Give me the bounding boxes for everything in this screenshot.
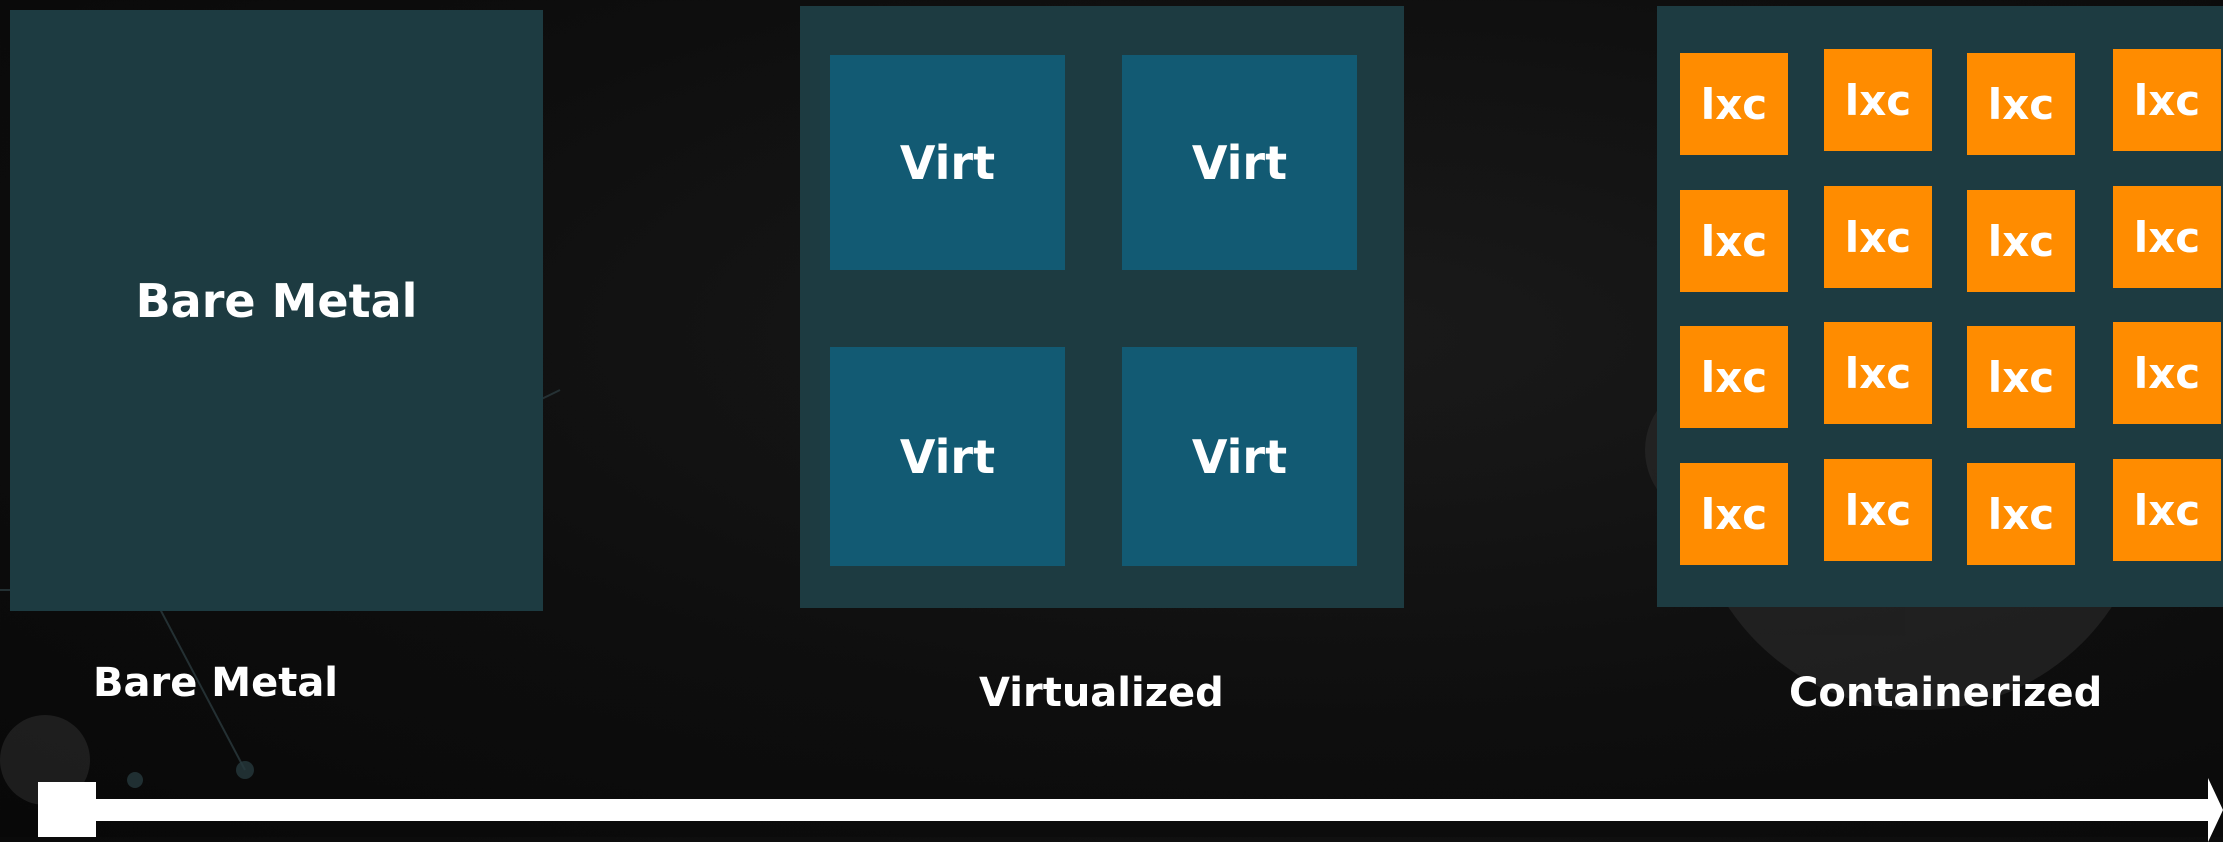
- virt-tile: Virt: [830, 347, 1065, 566]
- lxc-tile: lxc: [1824, 459, 1932, 561]
- virtualized-caption: Virtualized: [979, 670, 1224, 716]
- virt-tile: Virt: [1122, 347, 1357, 566]
- lxc-tile: lxc: [2113, 186, 2221, 288]
- lxc-tile: lxc: [2113, 459, 2221, 561]
- bare-metal-box-label: Bare Metal: [135, 273, 418, 328]
- lxc-tile: lxc: [1967, 463, 2075, 565]
- lxc-tile: lxc: [1680, 53, 1788, 155]
- virt-tile: Virt: [830, 55, 1065, 270]
- lxc-tile: lxc: [1967, 53, 2075, 155]
- lxc-tile: lxc: [1680, 190, 1788, 292]
- lxc-tile: lxc: [2113, 322, 2221, 424]
- virt-tile: Virt: [1122, 55, 1357, 270]
- virtualized-box: Virt Virt Virt Virt: [800, 6, 1404, 608]
- lxc-tile: lxc: [1680, 463, 1788, 565]
- arrow-head-icon: [2208, 778, 2223, 842]
- lxc-tile: lxc: [1824, 322, 1932, 424]
- lxc-tile: lxc: [1824, 49, 1932, 151]
- arrow-start-marker: [38, 782, 96, 837]
- lxc-tile: lxc: [1824, 186, 1932, 288]
- containerized-caption: Containerized: [1789, 670, 2103, 716]
- lxc-tile: lxc: [2113, 49, 2221, 151]
- lxc-tile: lxc: [1680, 326, 1788, 428]
- lxc-tile: lxc: [1967, 326, 2075, 428]
- bare-metal-box: Bare Metal: [10, 10, 543, 611]
- bare-metal-caption: Bare Metal: [93, 660, 339, 706]
- progression-arrow-line: [92, 799, 2212, 821]
- lxc-tile: lxc: [1967, 190, 2075, 292]
- containerized-box: lxc lxc lxc lxc lxc lxc lxc lxc lxc lxc …: [1657, 6, 2223, 607]
